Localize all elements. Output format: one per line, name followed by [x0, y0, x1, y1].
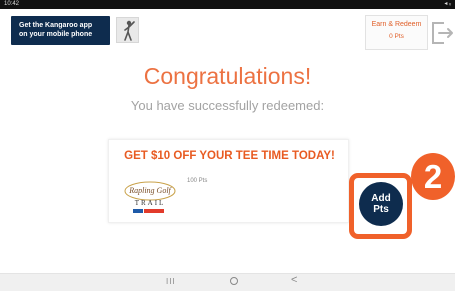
- home-icon[interactable]: [230, 277, 238, 285]
- page-title: Congratulations!: [143, 63, 312, 89]
- reward-title: GET $10 OFF YOUR TEE TIME TODAY!: [124, 150, 335, 162]
- app-screen: 10:42 ◂ ᵥ Get the Kangaroo app on your m…: [0, 0, 455, 291]
- add-points-label-line2: Pts: [373, 204, 389, 215]
- points-balance[interactable]: Earn & Redeem 0 Pts: [365, 15, 428, 50]
- status-bar: 10:42 ◂ ᵥ: [0, 0, 455, 9]
- reward-card: GET $10 OFF YOUR TEE TIME TODAY! Rapling…: [108, 139, 349, 223]
- svg-text:Rapling Golf: Rapling Golf: [128, 186, 172, 195]
- app-promo-banner[interactable]: Get the Kangaroo app on your mobile phon…: [11, 16, 110, 45]
- logout-icon[interactable]: [430, 20, 454, 46]
- points-label: Earn & Redeem: [371, 21, 422, 28]
- back-icon[interactable]: <: [291, 274, 297, 286]
- status-time: 10:42: [4, 1, 20, 7]
- add-points-label-line1: Add: [371, 193, 391, 204]
- recents-button[interactable]: III: [166, 277, 176, 286]
- reward-logo: Rapling Golf TRAIL: [121, 178, 179, 218]
- status-icons: ◂ ᵥ: [444, 1, 451, 7]
- golfer-icon: [116, 17, 139, 43]
- step-badge: 2: [411, 153, 455, 200]
- system-nav-bar: III <: [0, 273, 455, 291]
- app-promo-line1: Get the Kangaroo app: [19, 22, 93, 29]
- reward-points: 100 Pts: [187, 178, 208, 184]
- app-promo-line2: on your mobile phone: [19, 31, 93, 38]
- svg-text:TRAIL: TRAIL: [135, 199, 166, 207]
- add-points-button[interactable]: Add Pts: [359, 182, 403, 226]
- points-value: 0 Pts: [389, 33, 404, 40]
- page-subtitle: You have successfully redeemed:: [130, 98, 325, 113]
